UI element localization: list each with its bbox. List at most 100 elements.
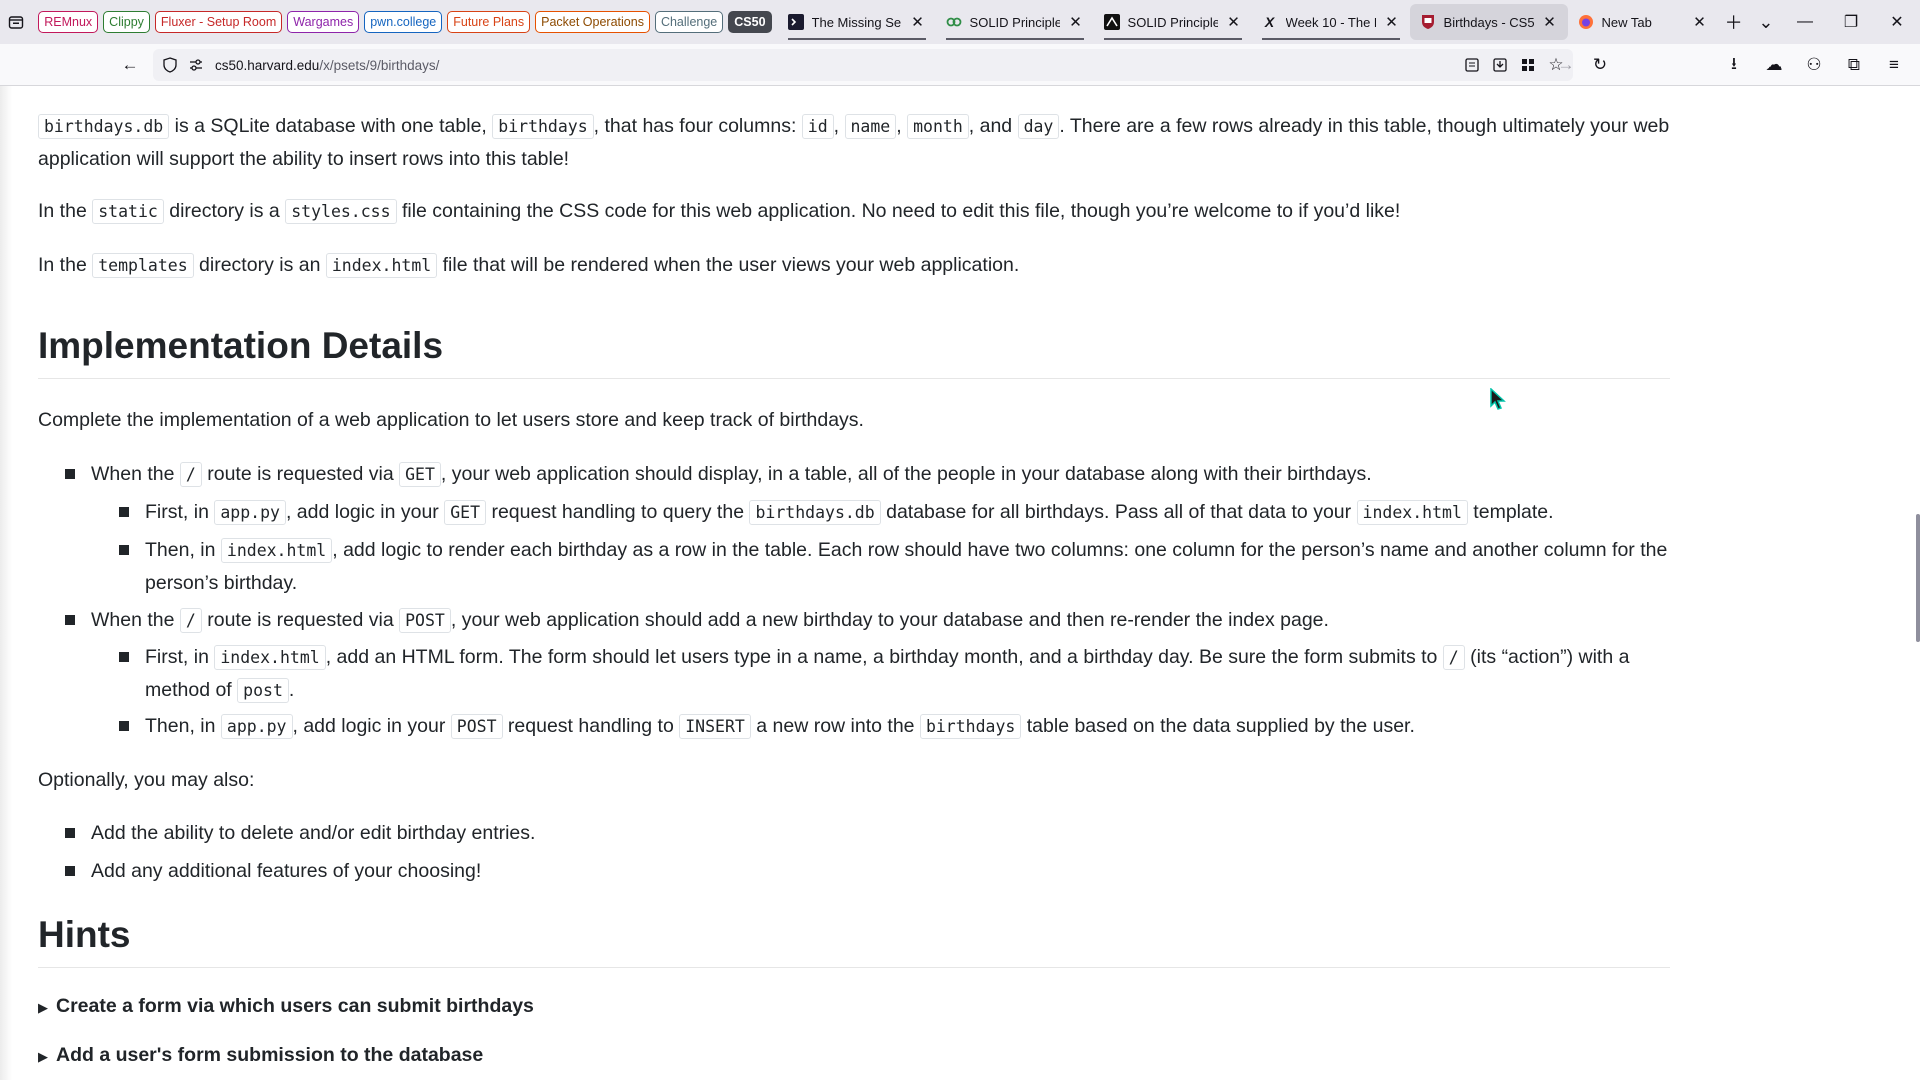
menu-button[interactable]: ≡: [1876, 49, 1912, 81]
shield-icon: [161, 56, 179, 74]
hamburger-icon: ≡: [1889, 55, 1899, 74]
inline-code: index.html: [325, 253, 438, 278]
pinned-tab-group-list: REMnux Clippy Fluxer - Setup Room Wargam…: [38, 11, 772, 33]
cloud-icon: ☁: [1765, 55, 1783, 74]
list-item: Then, in index.html, add logic to render…: [38, 534, 1670, 599]
list-item: Add any additional features of your choo…: [38, 855, 1670, 887]
window-controls: — ❐ ✕: [1782, 0, 1920, 44]
tab-group-clippy[interactable]: Clippy: [103, 11, 150, 33]
tab-missing-semester[interactable]: The Missing Seme ✕: [778, 4, 936, 40]
tab-group-wargames[interactable]: Wargames: [287, 11, 360, 33]
list-item: When the / route is requested via GET, y…: [38, 458, 1670, 491]
sync-button[interactable]: ☁: [1756, 49, 1792, 81]
x-icon: X: [1264, 14, 1275, 30]
inline-code: index.html: [220, 538, 333, 563]
tab-week-10[interactable]: X Week 10 - The End ✕: [1252, 4, 1410, 40]
list-all-tabs-button[interactable]: ⌄: [1750, 0, 1782, 44]
inline-code: GET: [399, 462, 441, 487]
firefox-icon: [1578, 14, 1594, 30]
tab-title: Birthdays - CS50x: [1443, 14, 1534, 30]
hint-disclosure-add-submission[interactable]: ▶ Add a user's form submission to the dat…: [38, 1039, 483, 1073]
minimize-icon: —: [1797, 13, 1813, 30]
restore-button[interactable]: ❐: [1828, 0, 1874, 44]
plus-icon: ＋: [1724, 13, 1743, 33]
inline-code: day: [1017, 114, 1060, 139]
tab-bar: REMnux Clippy Fluxer - Setup Room Wargam…: [0, 0, 1920, 44]
tab-solid-principles-gfg[interactable]: SOLID Principles w ✕: [936, 4, 1094, 40]
address-bar[interactable]: cs50.harvard.edu/x/psets/9/birthdays/ ☆: [153, 49, 1573, 81]
inline-code: id: [801, 114, 834, 139]
list-item: First, in index.html, add an HTML form. …: [38, 641, 1670, 707]
gfg-icon: [946, 14, 962, 30]
tab-group-fluxer[interactable]: Fluxer - Setup Room: [154, 11, 283, 33]
close-icon[interactable]: ✕: [1068, 14, 1084, 31]
implementation-list: When the / route is requested via GET, y…: [38, 458, 1670, 491]
disclosure-triangle-icon: ▶: [38, 1049, 48, 1064]
save-to-pocket-icon[interactable]: [1491, 56, 1509, 74]
inline-code: styles.css: [285, 199, 397, 224]
tab-title: SOLID Principles w: [969, 14, 1060, 30]
tab-solid-principles-medium[interactable]: SOLID Principles fo ✕: [1094, 4, 1252, 40]
inline-code: name: [844, 114, 897, 139]
inline-code: index.html: [214, 645, 326, 670]
navigation-toolbar: ← cs50.harvard.edu/x/psets/9/birthdays/ …: [0, 44, 1920, 86]
hint-disclosure-create-form[interactable]: ▶ Create a form via which users can submi…: [38, 990, 534, 1024]
url-host: cs50.harvard.edu: [215, 57, 320, 73]
extensions-grid-icon[interactable]: [1519, 56, 1537, 74]
new-tab-button[interactable]: ＋: [1718, 0, 1750, 44]
inline-code: birthdays.db: [38, 114, 170, 139]
close-icon[interactable]: ✕: [1692, 14, 1708, 31]
implementation-lead: Complete the implementation of a web app…: [38, 409, 864, 431]
reader-view-icon[interactable]: [1463, 56, 1481, 74]
inline-code: birthdays.db: [749, 500, 881, 525]
close-window-button[interactable]: ✕: [1874, 0, 1920, 44]
back-button[interactable]: ←: [112, 49, 148, 81]
close-icon[interactable]: ✕: [910, 14, 926, 31]
tab-overview-button[interactable]: [0, 0, 32, 44]
tab-new-tab[interactable]: New Tab ✕: [1568, 4, 1718, 40]
tab-group-future-plans[interactable]: Future Plans: [447, 11, 531, 33]
tab-group-remnux[interactable]: REMnux: [38, 11, 99, 33]
reload-button[interactable]: ↻: [1582, 49, 1618, 81]
tab-group-challenge[interactable]: Challenge: [654, 11, 724, 33]
arrow-left-icon: ←: [121, 55, 139, 74]
account-icon: ⚇: [1806, 55, 1822, 74]
tab-group-pwn-college[interactable]: pwn.college: [364, 11, 443, 33]
inline-code: month: [907, 114, 969, 139]
get-sub-list: First, in app.py, add logic in your GET …: [38, 496, 1670, 529]
inline-code: /: [179, 462, 202, 487]
page-viewport[interactable]: birthdays.db is a SQLite database with o…: [0, 86, 1920, 1080]
mouse-cursor-icon: [1490, 388, 1506, 410]
tab-group-packet-operations[interactable]: Packet Operations: [535, 11, 650, 33]
tab-group-cs50[interactable]: CS50: [728, 11, 772, 33]
inline-code: static: [92, 199, 164, 224]
list-item: When the / route is requested via POST, …: [38, 604, 1670, 637]
close-icon[interactable]: ✕: [1226, 14, 1242, 31]
inline-code: birthdays: [919, 714, 1022, 739]
account-button[interactable]: ⚇: [1796, 49, 1832, 81]
extensions-button[interactable]: ⧉: [1836, 49, 1872, 81]
disclosure-triangle-icon: ▶: [38, 1000, 48, 1015]
inline-code: INSERT: [679, 714, 751, 739]
page-scrollbar-thumb[interactable]: [1916, 514, 1920, 642]
inline-code: app.py: [220, 714, 293, 739]
url-text[interactable]: cs50.harvard.edu/x/psets/9/birthdays/: [215, 58, 439, 73]
tab-birthdays-cs50x[interactable]: Birthdays - CS50x ✕: [1409, 4, 1568, 40]
minimize-button[interactable]: —: [1782, 0, 1828, 44]
inline-code: GET: [444, 500, 487, 525]
implementation-list-2: When the / route is requested via POST, …: [38, 604, 1670, 637]
forward-button[interactable]: →: [1548, 49, 1584, 81]
close-icon[interactable]: ✕: [1542, 14, 1558, 31]
inline-code: index.html: [1356, 500, 1468, 525]
hints-heading: Hints: [38, 913, 1670, 968]
site-settings-icon[interactable]: [187, 56, 205, 74]
inline-code: /: [1442, 645, 1465, 670]
close-icon[interactable]: ✕: [1384, 14, 1400, 31]
downloads-button[interactable]: ⭳: [1716, 49, 1752, 81]
toolbar-right: ⭳ ☁ ⚇ ⧉ ≡: [1716, 49, 1912, 81]
list-item: Then, in app.py, add logic in your POST …: [38, 710, 1670, 743]
inline-code: post: [237, 678, 289, 703]
inline-code: templates: [92, 253, 194, 278]
inline-code: /: [179, 608, 202, 633]
inline-code: app.py: [214, 500, 286, 525]
